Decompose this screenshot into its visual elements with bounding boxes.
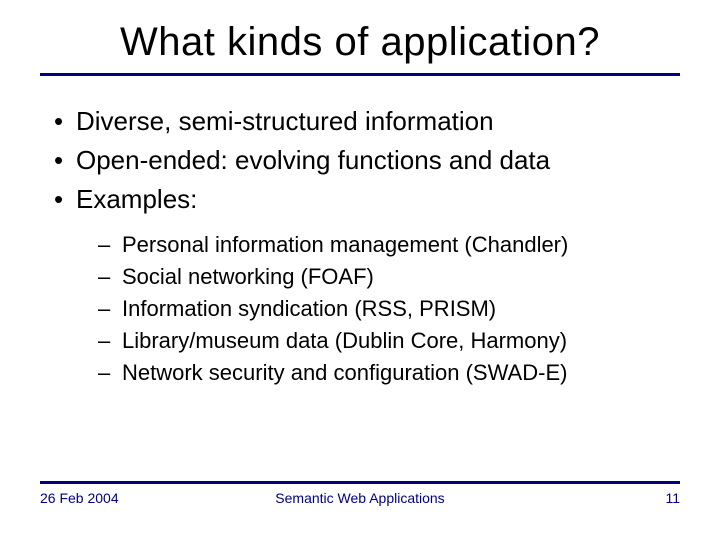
sub-bullet-text: Library/museum data (Dublin Core, Harmon… — [122, 328, 567, 353]
slide-number: 11 — [665, 490, 680, 506]
slide: What kinds of application? Diverse, semi… — [0, 0, 720, 540]
list-item: Network security and configuration (SWAD… — [98, 357, 680, 389]
footer-area: 26 Feb 2004 Semantic Web Applications 11 — [0, 481, 720, 506]
list-item: Personal information management (Chandle… — [98, 229, 680, 261]
list-item: Information syndication (RSS, PRISM) — [98, 293, 680, 325]
list-item: Open-ended: evolving functions and data — [40, 143, 680, 178]
sub-bullet-text: Social networking (FOAF) — [122, 264, 374, 289]
sub-bullet-text: Information syndication (RSS, PRISM) — [122, 296, 496, 321]
footer: 26 Feb 2004 Semantic Web Applications 11 — [0, 490, 720, 506]
bullet-list: Diverse, semi-structured information Ope… — [40, 104, 680, 389]
bullet-text: Open-ended: evolving functions and data — [76, 145, 550, 175]
divider-bottom — [40, 481, 680, 484]
bullet-text: Diverse, semi-structured information — [76, 106, 494, 136]
slide-body: Diverse, semi-structured information Ope… — [0, 76, 720, 389]
sub-bullet-text: Personal information management (Chandle… — [122, 232, 568, 257]
list-item: Library/museum data (Dublin Core, Harmon… — [98, 325, 680, 357]
sub-bullet-text: Network security and configuration (SWAD… — [122, 360, 567, 385]
list-item: Examples: Personal information managemen… — [40, 182, 680, 389]
list-item: Diverse, semi-structured information — [40, 104, 680, 139]
slide-title: What kinds of application? — [0, 0, 720, 73]
footer-date: 26 Feb 2004 — [40, 490, 119, 506]
sublist: Personal information management (Chandle… — [76, 229, 680, 388]
bullet-text: Examples: — [76, 184, 197, 214]
list-item: Social networking (FOAF) — [98, 261, 680, 293]
